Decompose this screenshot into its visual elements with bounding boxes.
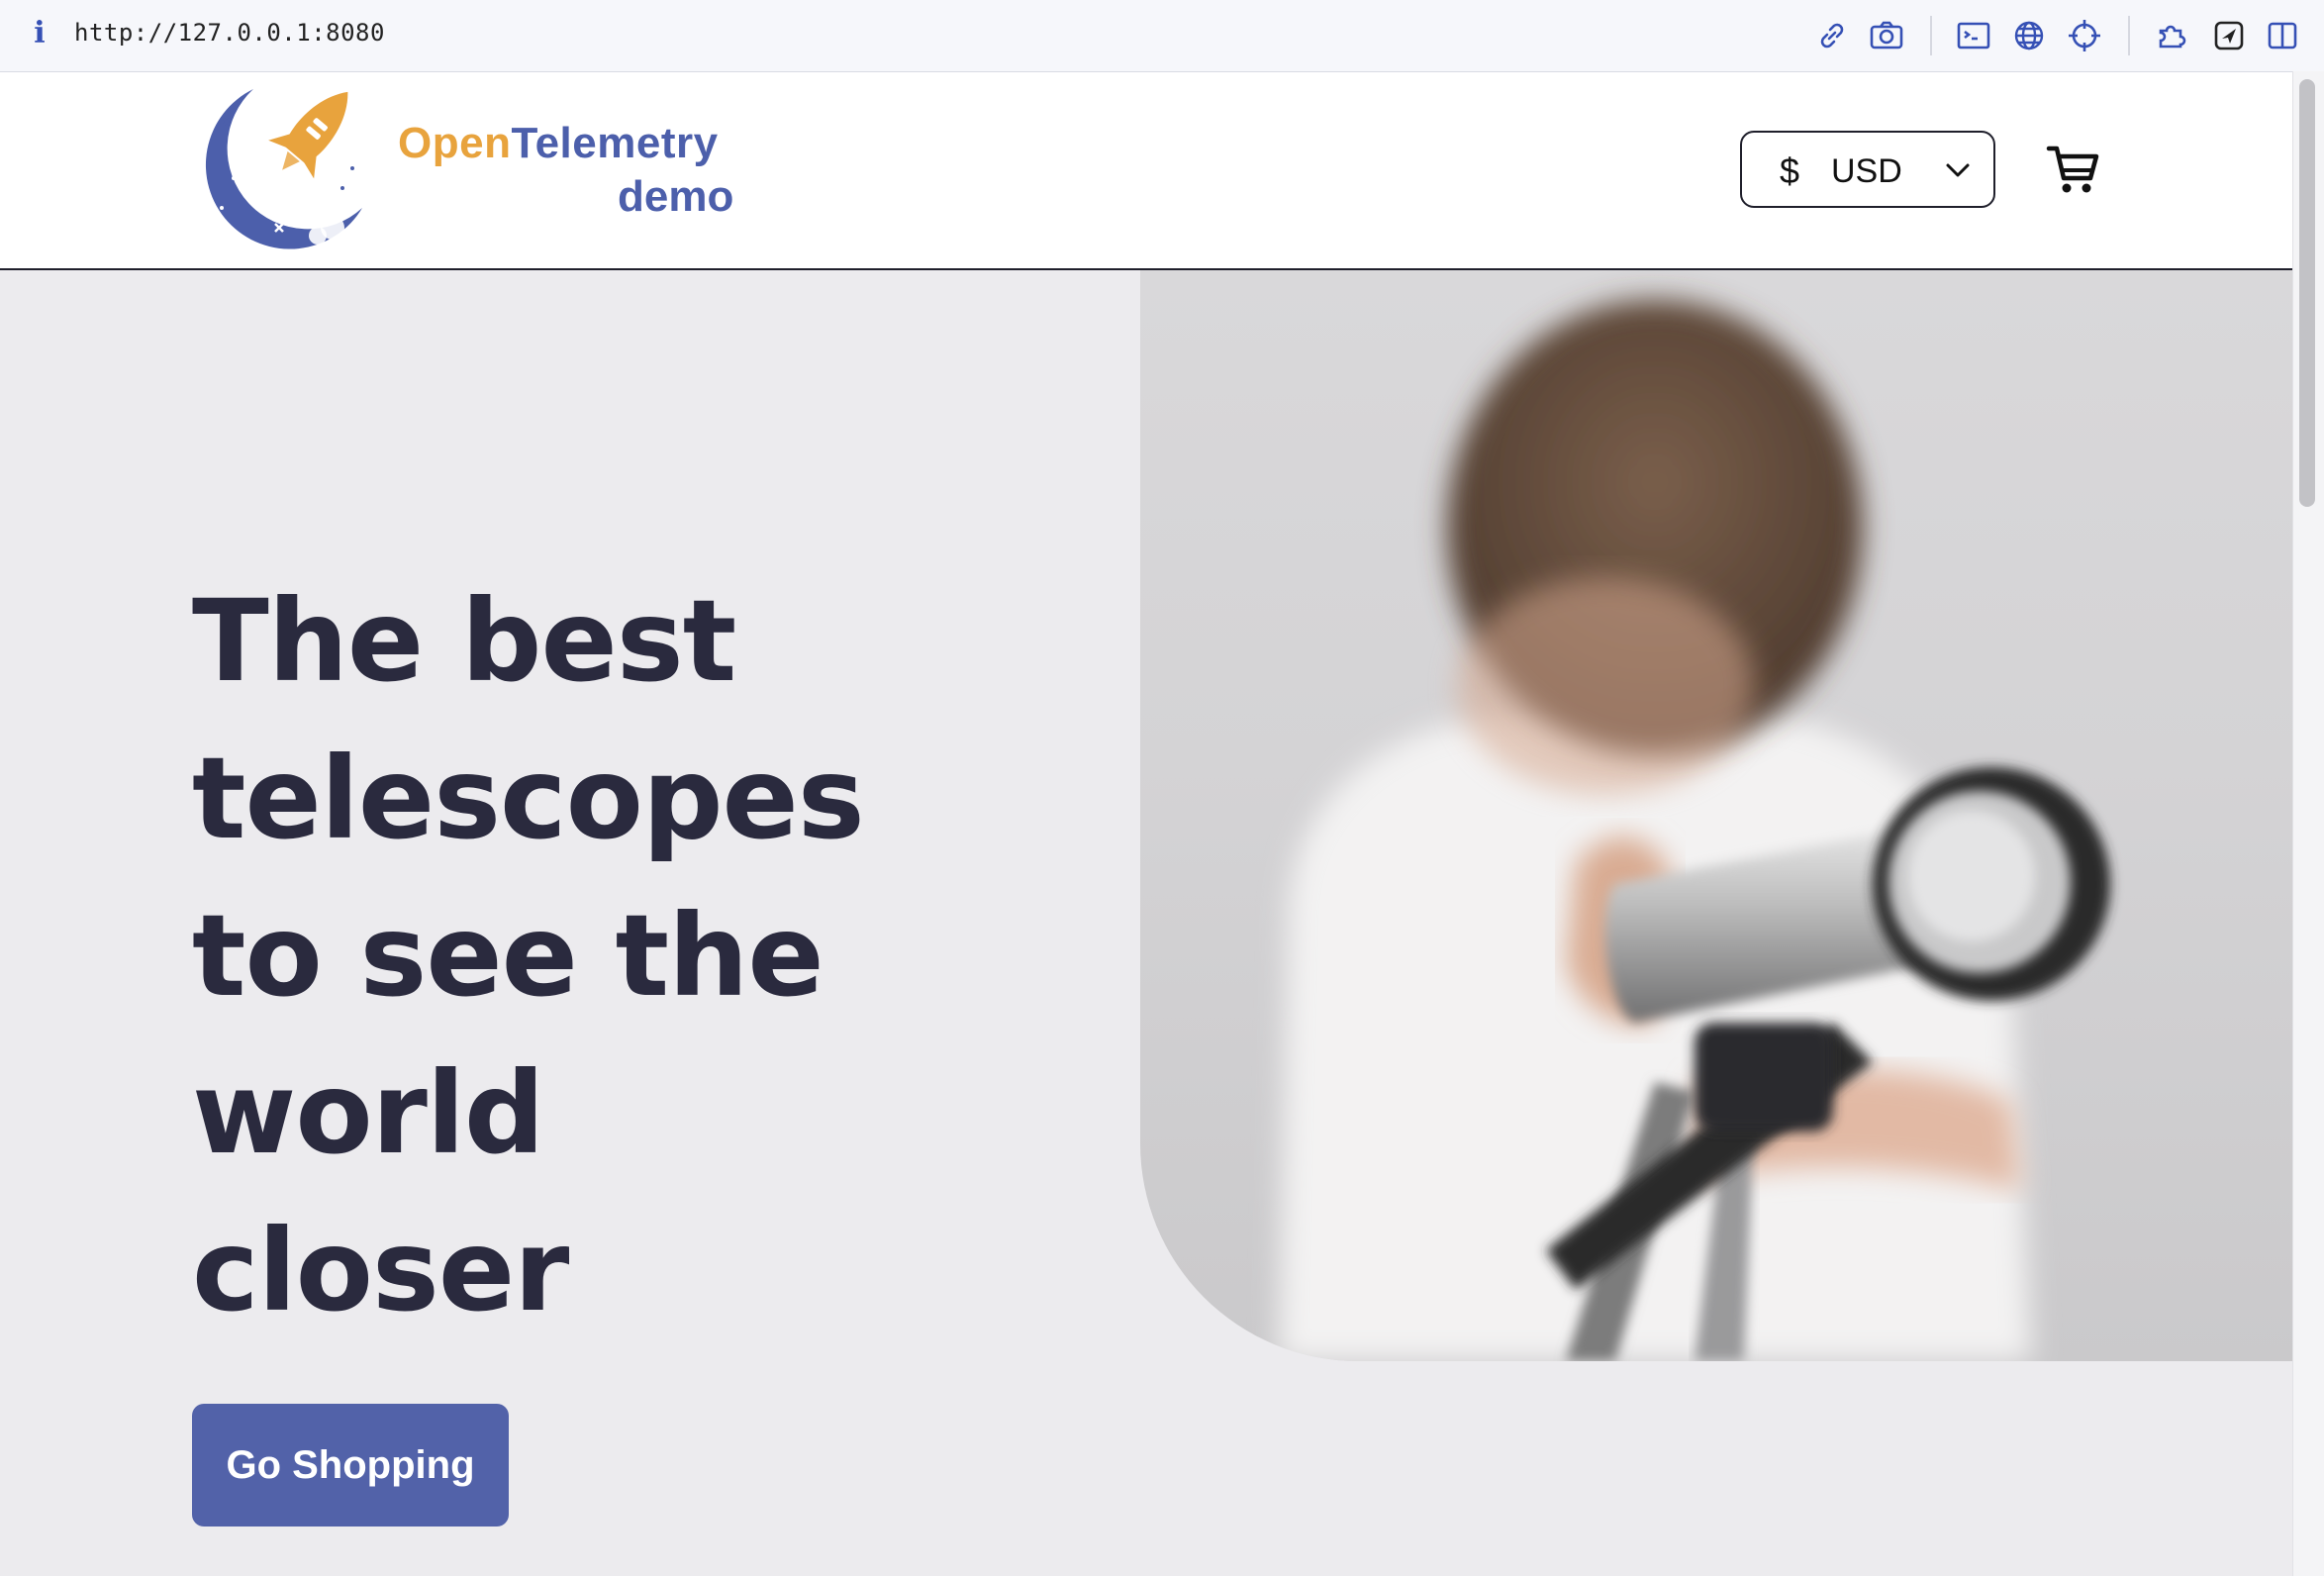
- hero-title: The best telescopes to see the world clo…: [192, 562, 1083, 1349]
- hero-title-line: world: [192, 1047, 545, 1179]
- hero-title-line: telescopes: [192, 733, 865, 864]
- logo-text-telemetry: Telemetry: [511, 119, 719, 167]
- currency-symbol: $: [1780, 150, 1800, 191]
- hero-title-line: closer: [192, 1205, 569, 1336]
- camera-icon[interactable]: [1868, 17, 1905, 54]
- opentelemetry-logo-icon[interactable]: [194, 79, 372, 257]
- extensions-icon[interactable]: [2153, 17, 2190, 54]
- scrollbar-thumb[interactable]: [2299, 79, 2315, 507]
- hero-title-line: to see the: [192, 890, 824, 1022]
- send-icon[interactable]: [2210, 17, 2248, 54]
- browser-toolbar: i http://127.0.0.1:8080: [0, 0, 2324, 72]
- sidebar-icon[interactable]: [2264, 17, 2301, 54]
- hero-image: [1140, 270, 2292, 1361]
- globe-icon[interactable]: [2010, 17, 2048, 54]
- currency-code: USD: [1831, 152, 1902, 190]
- link-icon[interactable]: [1813, 17, 1851, 54]
- go-shopping-button[interactable]: Go Shopping: [192, 1404, 509, 1527]
- currency-select[interactable]: $ USD: [1740, 131, 1995, 208]
- site-info-icon[interactable]: i: [28, 16, 51, 51]
- logo-wordmark[interactable]: OpenTelemetry: [398, 119, 719, 168]
- cart-icon[interactable]: [2045, 143, 2100, 198]
- terminal-icon[interactable]: [1955, 17, 1992, 54]
- crosshair-icon[interactable]: [2066, 17, 2103, 54]
- address-bar[interactable]: http://127.0.0.1:8080: [74, 19, 385, 47]
- hero-title-line: The best: [192, 575, 736, 707]
- logo-text-demo: demo: [618, 172, 734, 221]
- chevron-down-icon: [1946, 163, 1970, 177]
- logo-text-open: Open: [398, 119, 512, 167]
